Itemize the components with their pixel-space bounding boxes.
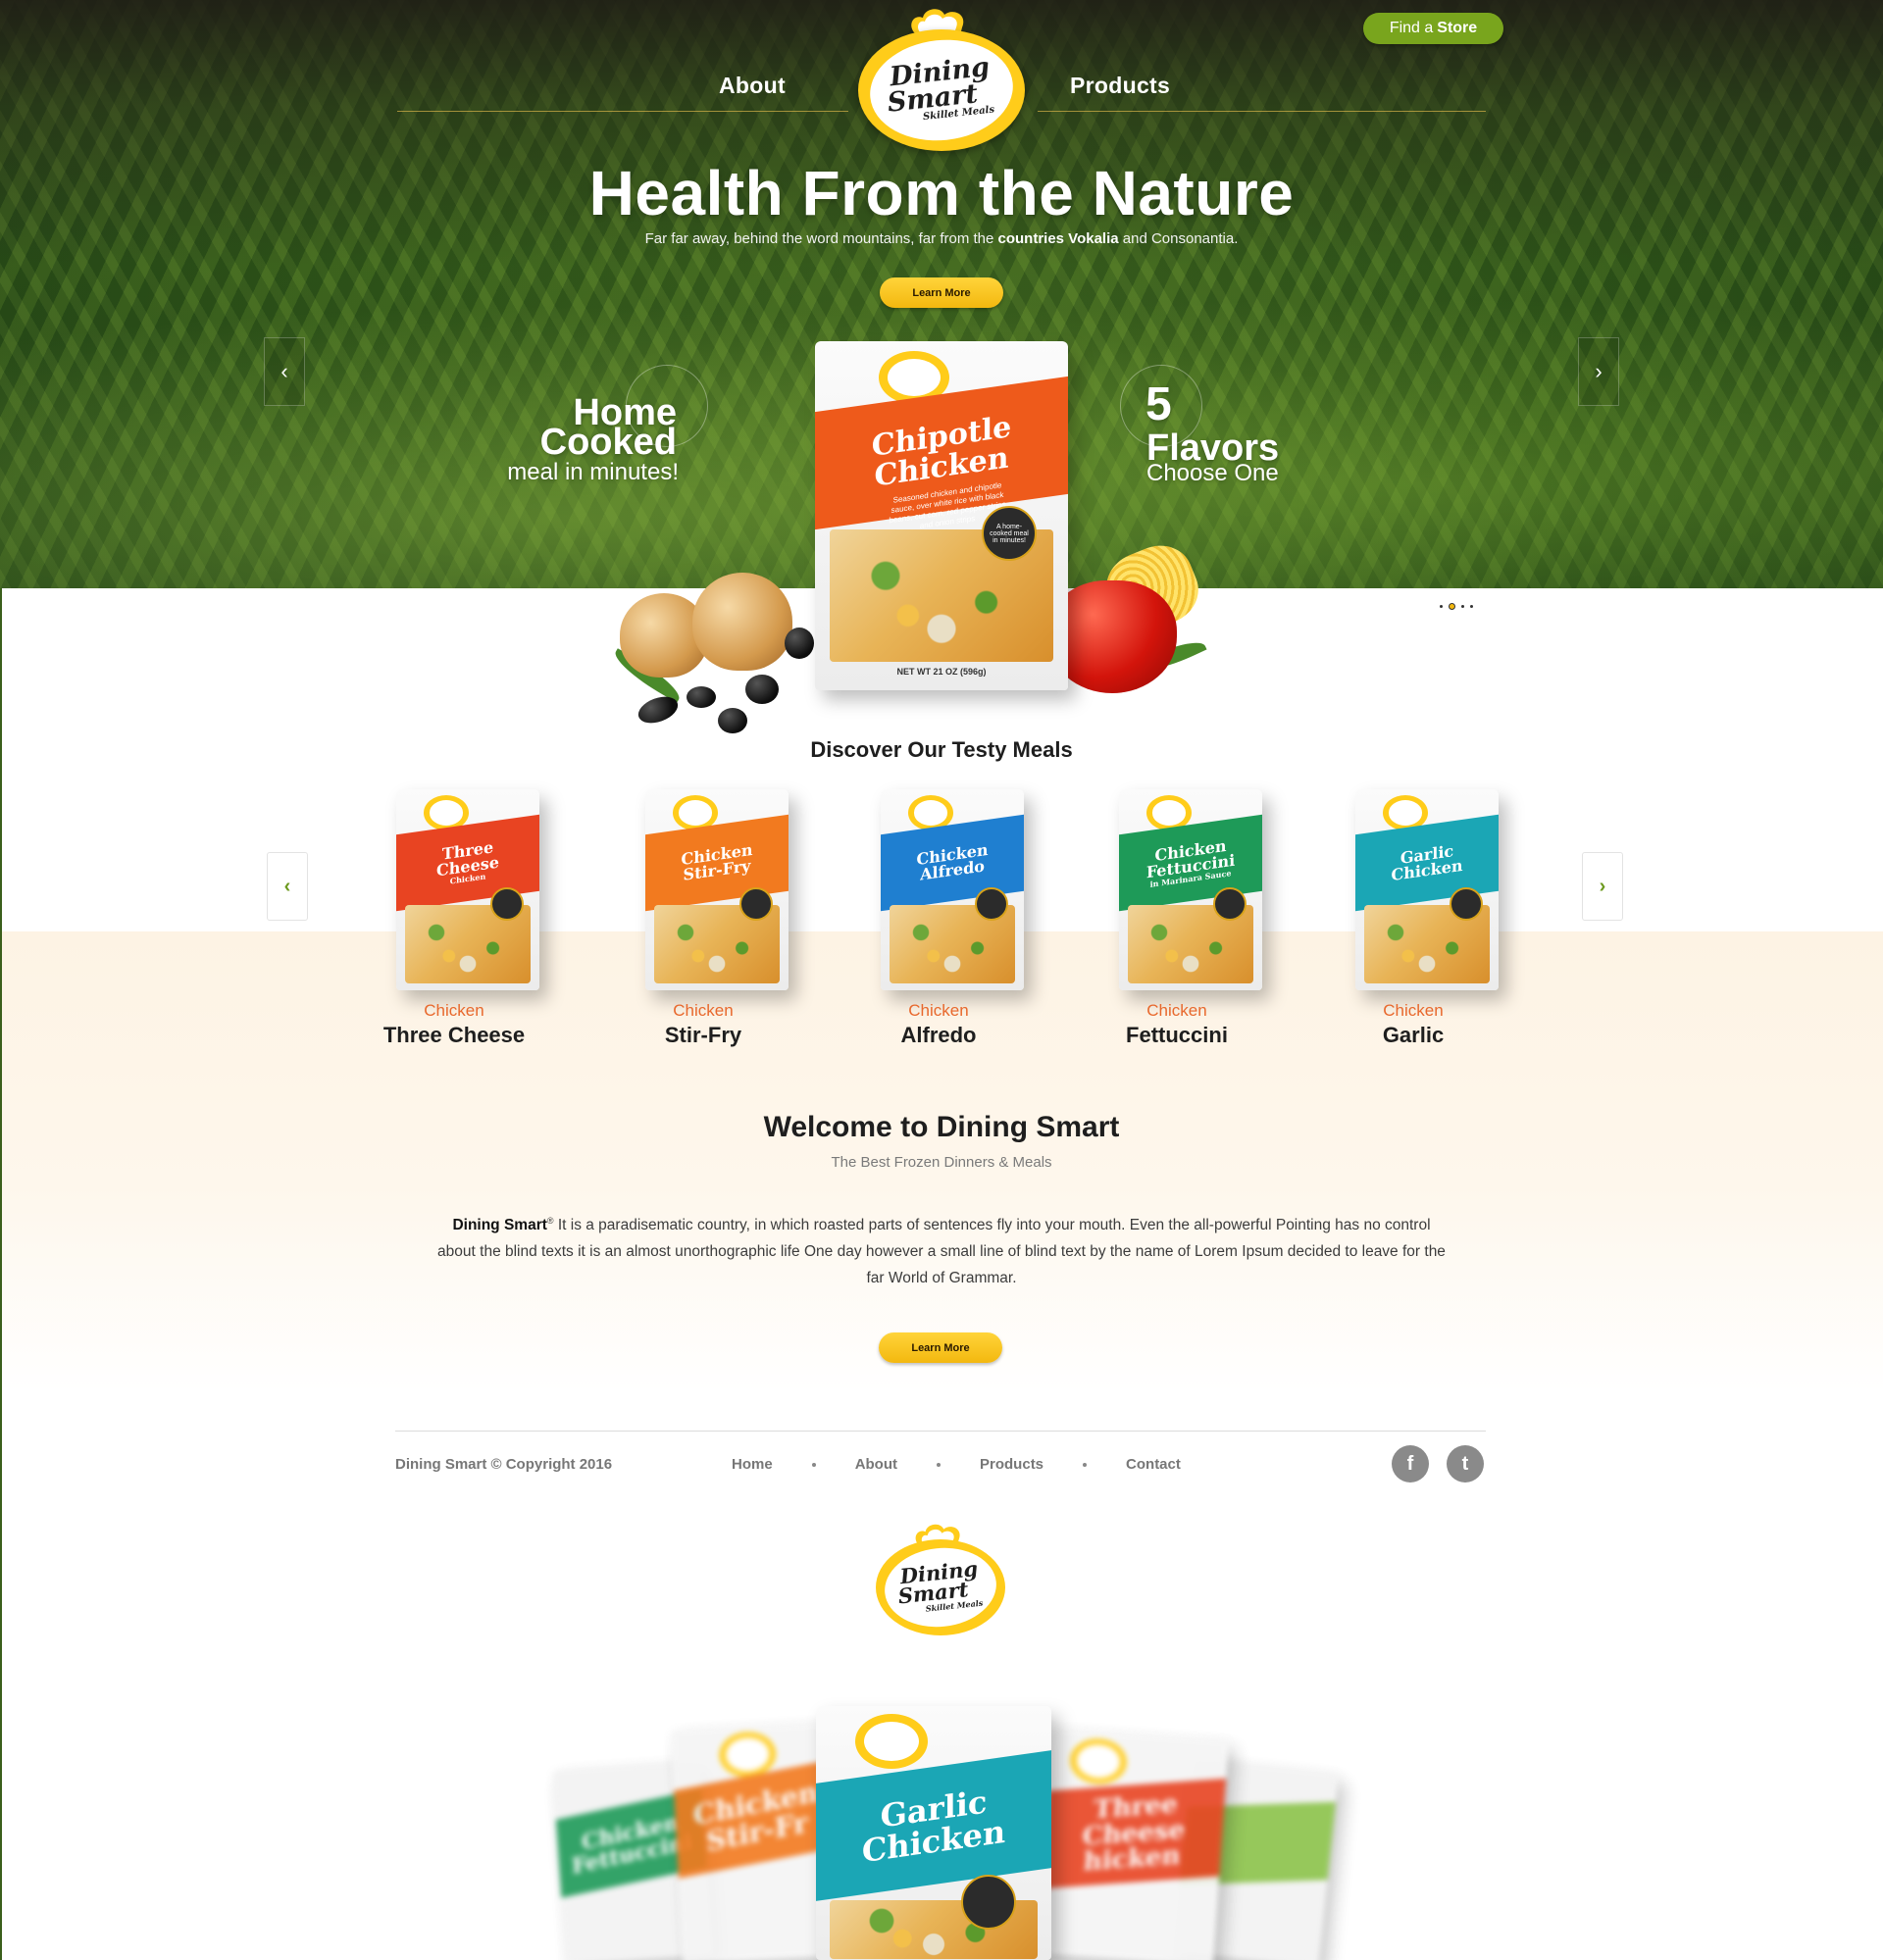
meal-kicker: Chicken <box>1146 1001 1207 1020</box>
showcase-bag-right: Three Cheese hicken <box>1037 1728 1229 1960</box>
nav-products[interactable]: Products <box>1070 73 1170 99</box>
bag-badge: A home-cooked meal in minutes! <box>982 506 1037 561</box>
showcase-center-band: Garlic Chicken <box>816 1750 1051 1901</box>
feature-cooked: Cooked <box>539 422 677 463</box>
bag-badge <box>739 887 773 921</box>
hero-subtitle: Far far away, behind the word mountains,… <box>644 230 1239 247</box>
slider-dot[interactable] <box>1440 605 1443 608</box>
meal-bag[interactable]: Chicken Fettuccini in Marinara Sauce <box>1119 789 1262 990</box>
feature-number: 5 <box>1145 378 1172 430</box>
meal-bag[interactable]: Chicken Alfredo <box>881 789 1024 990</box>
meal-kicker: Chicken <box>1383 1001 1444 1020</box>
meal-kicker: Chicken <box>908 1001 969 1020</box>
footer-separator <box>811 1462 816 1467</box>
facebook-icon: f <box>1406 1452 1414 1475</box>
bag-badge <box>1450 887 1483 921</box>
logo-badge: Dining Smart Skillet Meals <box>858 29 1025 151</box>
discover-title: Discover Our Testy Meals <box>810 737 1073 762</box>
hero-slider-dots <box>1440 603 1473 610</box>
footer-nav-contact[interactable]: Contact <box>1126 1456 1181 1473</box>
hero-next-button[interactable]: › <box>1578 337 1619 406</box>
footer-divider <box>395 1431 1486 1432</box>
footer-nav: Home About Products Contact <box>732 1456 1181 1473</box>
footer-copyright: Dining Smart © Copyright 2016 <box>395 1456 613 1473</box>
featured-product-bag[interactable]: Chipotle Chicken Seasoned chicken and ch… <box>815 341 1068 690</box>
chevron-left-icon: ‹ <box>283 875 291 897</box>
nav-divider-left <box>397 111 848 112</box>
find-store-bold: Store <box>1437 20 1478 36</box>
hero-learn-more-button[interactable]: Learn More <box>880 277 1003 308</box>
bag-badge <box>961 1875 1016 1930</box>
welcome-learn-more-button[interactable]: Learn More <box>879 1332 1002 1363</box>
twitter-button[interactable]: t <box>1447 1445 1484 1483</box>
bean <box>785 628 814 659</box>
bean <box>718 708 747 733</box>
meal-bag[interactable]: Three Cheese Chicken <box>396 789 539 990</box>
meal-name[interactable]: Alfredo <box>845 1023 1032 1048</box>
bag-logo <box>855 1714 928 1769</box>
hero-prev-button[interactable]: ‹ <box>264 337 305 406</box>
meal-kicker: Chicken <box>424 1001 484 1020</box>
meal-name[interactable]: Three Cheese <box>361 1023 547 1048</box>
meal-card[interactable]: Chicken Alfredo Chicken Alfredo <box>845 789 1032 1054</box>
nav-about[interactable]: About <box>719 73 786 99</box>
footer-nav-products[interactable]: Products <box>980 1456 1043 1473</box>
welcome-body: Dining Smart® It is a paradisematic coun… <box>437 1216 1446 1287</box>
meal-name[interactable]: Fettuccini <box>1084 1023 1270 1048</box>
slider-dot[interactable] <box>1461 605 1464 608</box>
bean <box>745 675 779 704</box>
footer-nav-home[interactable]: Home <box>732 1456 773 1473</box>
hero-title: Health From the Nature <box>588 158 1295 228</box>
find-store-button[interactable]: Find a Store <box>1363 13 1503 44</box>
slider-dot-active[interactable] <box>1449 603 1455 610</box>
chevron-left-icon: ‹ <box>280 359 288 383</box>
meal-card[interactable]: Three Cheese Chicken Chicken Three Cheese <box>361 789 547 1054</box>
welcome-brand: Dining Smart <box>452 1217 547 1234</box>
onion-right <box>692 573 792 671</box>
meal-card[interactable]: Garlic Chicken Chicken Garlic <box>1320 789 1506 1054</box>
feature-choose-one: Choose One <box>1146 460 1279 486</box>
meal-bag[interactable]: Chicken Stir-Fry <box>645 789 789 990</box>
bag-badge <box>1213 887 1247 921</box>
twitter-icon: t <box>1461 1452 1469 1475</box>
meal-name[interactable]: Garlic <box>1320 1023 1506 1048</box>
meal-card[interactable]: Chicken Stir-Fry Chicken Stir-Fry <box>610 789 796 1054</box>
bag-badge <box>490 887 524 921</box>
showcase-bag-center: Garlic Chicken <box>816 1706 1051 1960</box>
meals-prev-button[interactable]: ‹ <box>267 852 308 921</box>
footer-nav-about[interactable]: About <box>855 1456 897 1473</box>
facebook-button[interactable]: f <box>1392 1445 1429 1483</box>
find-store-prefix: Find a <box>1389 20 1434 36</box>
footer-logo-badge: Dining Smart Skillet Meals <box>876 1539 1005 1635</box>
welcome-title: Welcome to Dining Smart <box>763 1111 1120 1143</box>
bag-weight: NET WT 21 OZ (596g) <box>896 667 987 677</box>
meal-bag[interactable]: Garlic Chicken <box>1355 789 1499 990</box>
bag-badge <box>975 887 1008 921</box>
bean <box>687 686 716 708</box>
chevron-right-icon: › <box>1595 359 1603 383</box>
meal-name[interactable]: Stir-Fry <box>610 1023 796 1048</box>
meal-kicker: Chicken <box>673 1001 734 1020</box>
meal-card[interactable]: Chicken Fettuccini in Marinara Sauce Chicke… <box>1084 789 1270 1054</box>
feature-flavors: Flavors <box>1146 427 1280 469</box>
welcome-subtitle: The Best Frozen Dinners & Meals <box>831 1154 1052 1171</box>
page-left-edge <box>0 588 2 1960</box>
feature-meal-in-minutes: meal in minutes! <box>507 459 679 485</box>
chevron-right-icon: › <box>1599 875 1606 897</box>
footer-separator <box>937 1462 942 1467</box>
footer-separator <box>1083 1462 1088 1467</box>
meals-next-button[interactable]: › <box>1582 852 1623 921</box>
nav-divider-right <box>1038 111 1486 112</box>
slider-dot[interactable] <box>1470 605 1473 608</box>
